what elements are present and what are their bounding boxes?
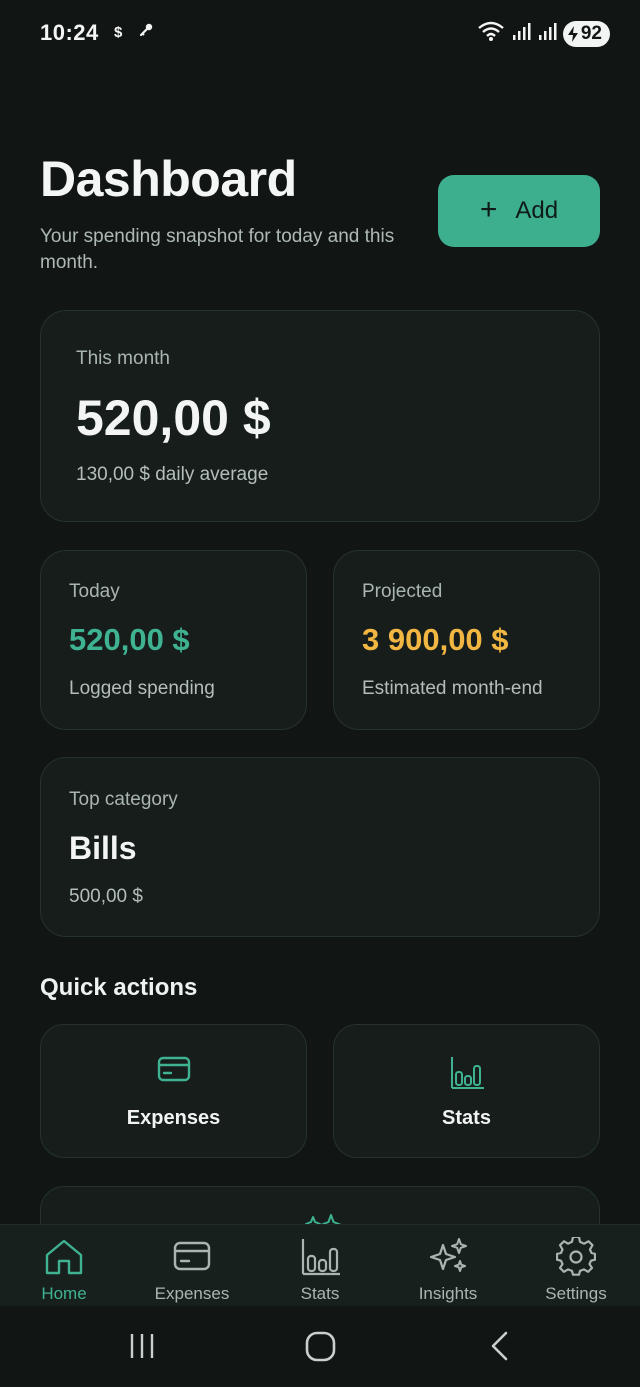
screen: 10:24 $ 92 Dashboard Your spending snaps… <box>0 0 640 1387</box>
plus-icon: + <box>479 192 498 226</box>
system-nav-bar <box>0 1306 640 1387</box>
gear-icon <box>555 1235 597 1282</box>
nav-insights[interactable]: Insights <box>384 1225 512 1307</box>
page-subtitle: Your spending snapshot for today and thi… <box>40 226 395 273</box>
battery-charging-icon <box>567 25 578 42</box>
nav-home[interactable]: Home <box>0 1225 128 1307</box>
add-button[interactable]: + Add <box>438 175 600 247</box>
this-month-label: This month <box>76 348 170 369</box>
today-card: Today 520,00 $ Logged spending <box>40 550 307 730</box>
nav-label: Stats <box>300 1284 340 1303</box>
nav-label: Insights <box>418 1284 478 1303</box>
top-category-amount: 500,00 $ <box>69 886 143 907</box>
projected-amount: 3 900,00 $ <box>362 622 509 657</box>
nav-label: Home <box>41 1284 87 1303</box>
projected-card: Projected 3 900,00 $ Estimated month-end <box>333 550 600 730</box>
daily-average: 130,00 $ daily average <box>76 464 269 485</box>
today-amount: 520,00 $ <box>69 622 190 657</box>
nav-stats[interactable]: Stats <box>256 1225 384 1307</box>
top-category-label: Top category <box>69 789 178 810</box>
nav-expenses[interactable]: Expenses <box>128 1225 256 1307</box>
add-button-label: Add <box>515 197 559 224</box>
sparkles-icon <box>426 1237 470 1284</box>
bar-chart-icon <box>449 1055 485 1096</box>
status-bar: 10:24 $ 92 <box>0 0 640 68</box>
nav-label: Expenses <box>154 1284 230 1303</box>
credit-card-icon <box>157 1055 191 1088</box>
home-icon <box>43 1237 85 1282</box>
nav-label: Settings <box>545 1284 607 1303</box>
quick-action-stats[interactable]: Stats <box>333 1024 600 1158</box>
dollar-notification-icon: $ <box>114 24 123 41</box>
status-time: 10:24 <box>40 20 99 45</box>
recent-apps-button[interactable] <box>128 1328 156 1369</box>
back-button[interactable] <box>488 1328 512 1369</box>
home-button[interactable] <box>304 1328 338 1369</box>
today-detail: Logged spending <box>69 678 215 699</box>
key-icon <box>138 22 154 43</box>
battery-level: 92 <box>580 22 602 44</box>
top-category-card: Top category Bills 500,00 $ <box>40 757 600 937</box>
today-label: Today <box>69 581 120 602</box>
quick-action-label: Expenses <box>126 1107 221 1129</box>
credit-card-icon <box>172 1237 212 1278</box>
quick-action-label: Stats <box>442 1107 491 1129</box>
this-month-amount: 520,00 $ <box>76 390 271 446</box>
battery-indicator: 92 <box>562 20 610 47</box>
nav-settings[interactable]: Settings <box>512 1225 640 1307</box>
top-category-name: Bills <box>69 830 137 866</box>
quick-actions-title: Quick actions <box>40 974 198 1001</box>
this-month-card: This month 520,00 $ 130,00 $ daily avera… <box>40 310 600 522</box>
page-title: Dashboard <box>40 151 297 207</box>
bar-chart-icon <box>299 1237 341 1282</box>
signal-icon <box>537 21 557 46</box>
projected-label: Projected <box>362 581 443 602</box>
wifi-icon <box>477 20 505 47</box>
quick-action-expenses[interactable]: Expenses <box>40 1024 307 1158</box>
bottom-nav: Home Expenses Stats Insights Settings <box>0 1224 640 1306</box>
status-icons: 92 <box>477 20 610 47</box>
projected-detail: Estimated month-end <box>362 678 543 699</box>
signal-icon <box>511 21 531 46</box>
